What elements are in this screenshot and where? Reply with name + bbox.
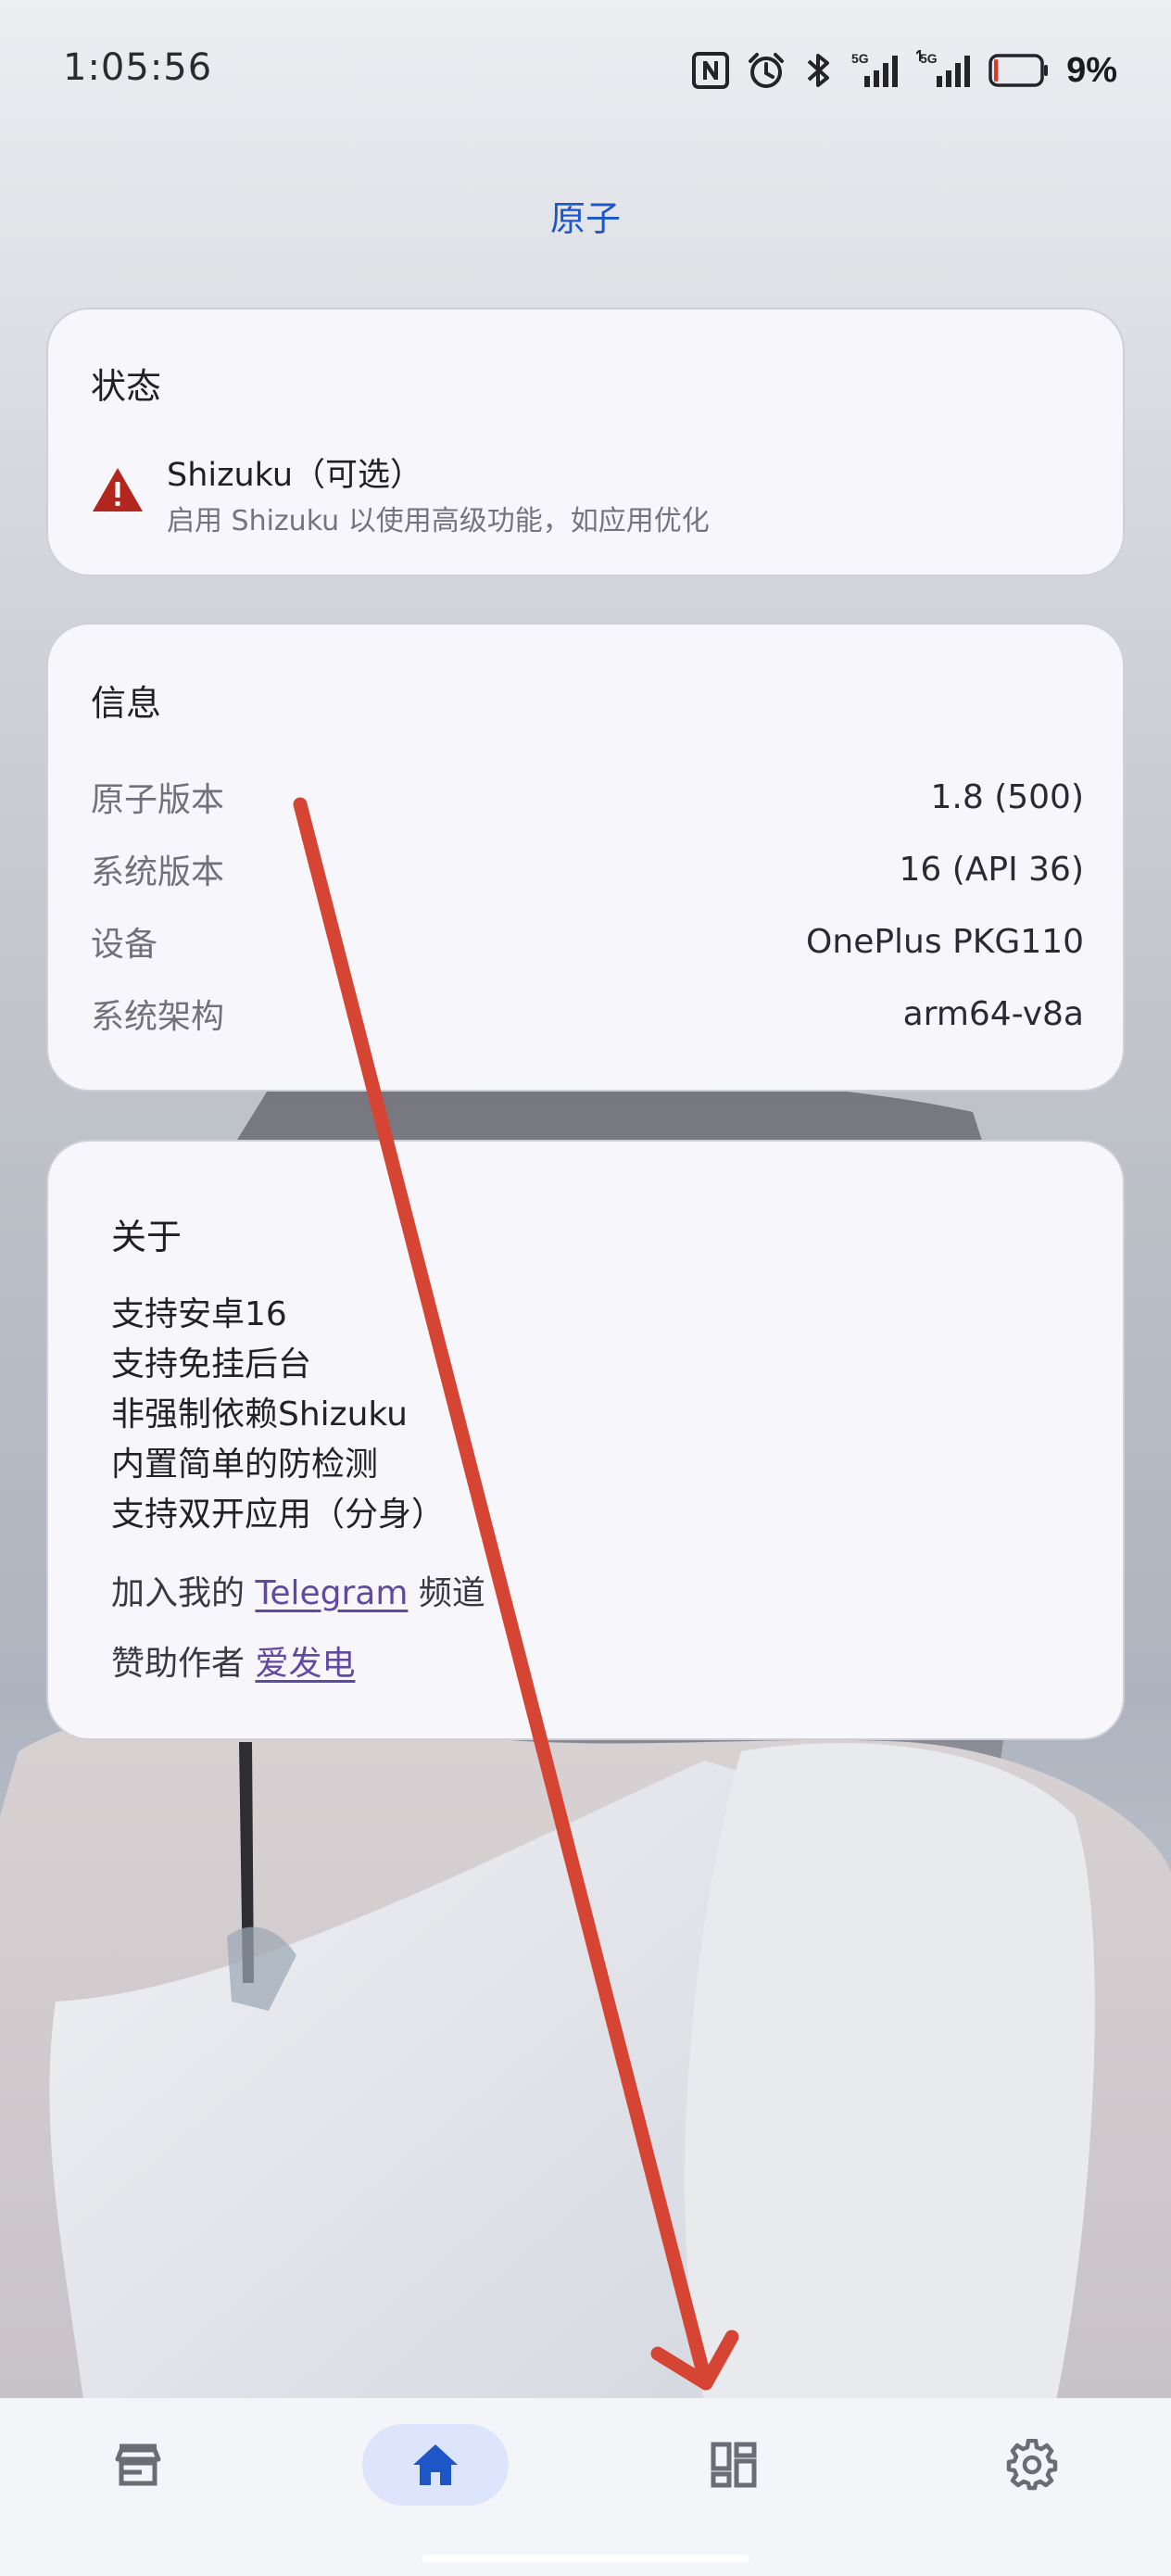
info-row-app-version: 原子版本 1.8 (500) — [91, 775, 1085, 820]
telegram-link[interactable]: Telegram — [255, 1574, 408, 1612]
warning-icon — [93, 468, 143, 511]
bluetooth-icon — [807, 54, 830, 87]
signal-5g-icon: 5G — [916, 50, 971, 87]
bottom-navigation — [0, 2398, 1171, 2576]
alarm-icon — [749, 53, 785, 88]
donate-row: 赞助作者 爱发电 — [111, 1636, 355, 1685]
donate-prefix: 赞助作者 — [111, 1645, 256, 1683]
info-label: 设备 — [91, 926, 158, 964]
info-value: OnePlus PKG110 — [806, 922, 1084, 961]
shizuku-title[interactable]: Shizuku（可选） — [167, 448, 422, 496]
info-row-device: 设备 OnePlus PKG110 — [91, 919, 1084, 965]
nav-item-home[interactable] — [362, 2424, 509, 2506]
signal-5g-icon: 5G — [851, 51, 899, 87]
status-card-title: 状态 — [91, 366, 162, 407]
home-icon — [413, 2444, 458, 2485]
info-value: 1.8 (500) — [930, 777, 1085, 816]
battery-icon — [988, 54, 1049, 87]
about-card-title: 关于 — [111, 1217, 183, 1257]
feature-item: 支持免挂后台 — [111, 1345, 312, 1383]
feature-item: 内置简单的防检测 — [111, 1446, 379, 1484]
svg-text:5G: 5G — [851, 51, 869, 66]
phone-screen: 1:05:56 5G 5G 9% 原子 状态 Shizuku（可选） 启用 Sh… — [0, 0, 1171, 2576]
info-value: arm64-v8a — [902, 994, 1084, 1033]
page-title: 原子 — [549, 198, 621, 239]
nav-item-dashboard[interactable] — [661, 2424, 807, 2506]
status-card: 状态 Shizuku（可选） 启用 Shizuku 以使用高级功能，如应用优化 — [46, 308, 1125, 576]
info-label: 系统架构 — [91, 998, 225, 1036]
nav-item-settings[interactable] — [959, 2424, 1105, 2506]
svg-text:5G: 5G — [920, 51, 938, 66]
feature-list: 支持安卓16 支持免挂后台 非强制依赖Shizuku 内置简单的防检测 支持双开… — [111, 1290, 945, 1540]
status-icons: 5G 5G 9% — [692, 48, 1117, 93]
telegram-prefix: 加入我的 — [111, 1574, 256, 1612]
home-indicator[interactable] — [422, 2555, 749, 2562]
telegram-row: 加入我的 Telegram 频道 — [111, 1566, 485, 1614]
info-label: 系统版本 — [91, 853, 225, 891]
nfc-icon — [692, 52, 730, 89]
donate-link[interactable]: 爱发电 — [255, 1645, 355, 1683]
feature-item: 支持安卓16 — [111, 1295, 287, 1333]
feature-item: 非强制依赖Shizuku — [111, 1395, 408, 1433]
store-icon — [115, 2443, 161, 2486]
feature-item: 支持双开应用（分身） — [111, 1496, 446, 1534]
nav-item-store[interactable] — [65, 2424, 211, 2506]
info-card: 信息 原子版本 1.8 (500) 系统版本 16 (API 36) 设备 On… — [46, 623, 1125, 1092]
shizuku-description: 启用 Shizuku 以使用高级功能，如应用优化 — [167, 505, 710, 537]
about-card: 关于 支持安卓16 支持免挂后台 非强制依赖Shizuku 内置简单的防检测 支… — [46, 1140, 1125, 1740]
info-row-architecture: 系统架构 arm64-v8a — [91, 991, 1084, 1037]
battery-percent: 9% — [1066, 50, 1117, 90]
info-row-system-version: 系统版本 16 (API 36) — [91, 847, 1084, 892]
info-card-title: 信息 — [91, 683, 162, 724]
info-value: 16 (API 36) — [899, 850, 1084, 889]
dashboard-icon — [711, 2442, 757, 2488]
info-label: 原子版本 — [91, 781, 225, 819]
settings-icon — [1006, 2439, 1058, 2491]
telegram-suffix: 频道 — [408, 1574, 485, 1612]
status-bar: 1:05:56 5G 5G 9% — [0, 0, 1171, 139]
status-time: 1:05:56 — [63, 46, 213, 89]
